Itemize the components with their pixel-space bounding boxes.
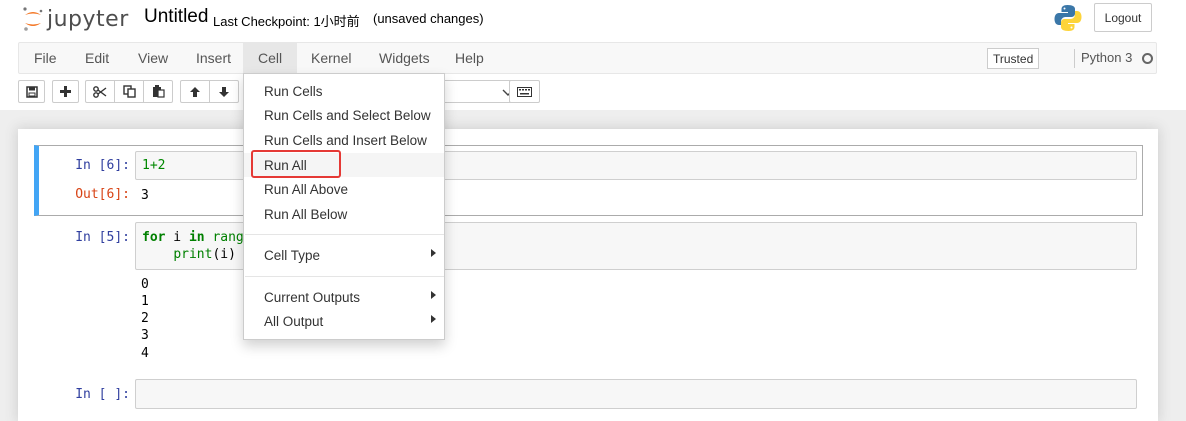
menu-item-run-all-above[interactable]: Run All Above	[244, 177, 444, 201]
kernel-name[interactable]: Python 3	[1081, 50, 1132, 65]
menu-kernel[interactable]: Kernel	[296, 43, 366, 73]
checkpoint-status: Last Checkpoint: 1小时前	[213, 14, 360, 29]
menu-widgets[interactable]: Widgets	[364, 43, 445, 73]
cell-output-line: 1	[141, 294, 149, 309]
keyword: in	[188, 230, 205, 245]
menu-item-run-cells[interactable]: Run Cells	[244, 79, 444, 103]
command-palette-button[interactable]	[509, 80, 540, 103]
arrow-down-icon	[219, 86, 229, 97]
menu-item-run-cells-select-below[interactable]: Run Cells and Select Below	[244, 103, 444, 127]
kernel-idle-icon	[1142, 53, 1153, 64]
trusted-indicator[interactable]: Trusted	[987, 48, 1040, 69]
menu-edit[interactable]: Edit	[70, 43, 124, 73]
keyboard-icon	[517, 86, 532, 97]
caret-right-icon	[431, 291, 436, 299]
cell-menu-dropdown: Run Cells Run Cells and Select Below Run…	[243, 73, 445, 340]
logo-text: jupyter	[47, 6, 129, 32]
menubar: File Edit View Insert Cell Kernel Widget…	[18, 42, 1157, 74]
code-text: 1+2	[142, 158, 166, 173]
menu-item-cell-type[interactable]: Cell Type	[244, 243, 444, 267]
cell-output-line: 4	[141, 346, 149, 361]
menu-cell[interactable]: Cell	[243, 43, 298, 73]
menu-item-run-all-below[interactable]: Run All Below	[244, 202, 444, 226]
cell-output-line: 2	[141, 311, 149, 326]
caret-right-icon	[431, 249, 436, 257]
cut-button[interactable]	[85, 80, 115, 103]
autosave-status: (unsaved changes)	[373, 11, 484, 26]
menu-view[interactable]: View	[123, 43, 183, 73]
cell-output-line: 3	[141, 328, 149, 343]
code-line: for i in range	[142, 230, 252, 245]
menu-file[interactable]: File	[19, 43, 72, 73]
code-line: print(i)	[142, 247, 236, 262]
paste-icon	[152, 85, 165, 98]
insert-cell-button[interactable]	[52, 80, 79, 103]
in-prompt: In [ ]:	[75, 387, 130, 402]
python-logo-icon	[1054, 5, 1082, 31]
arrow-up-icon	[190, 86, 200, 97]
menu-insert[interactable]: Insert	[181, 43, 246, 73]
out-prompt: Out[6]:	[75, 187, 130, 202]
move-up-button[interactable]	[180, 80, 210, 103]
copy-icon	[122, 85, 136, 98]
code-variable: i	[165, 230, 189, 245]
menu-item-all-output[interactable]: All Output	[244, 309, 444, 333]
save-button[interactable]	[18, 80, 45, 103]
menu-divider	[245, 276, 444, 277]
in-prompt: In [5]:	[75, 230, 130, 245]
menu-item-label: Cell Type	[264, 247, 321, 263]
menu-item-label: All Output	[264, 313, 324, 329]
menu-help[interactable]: Help	[440, 43, 499, 73]
header: jupyter Untitled Last Checkpoint: 1小时前 (…	[0, 0, 1186, 40]
menu-item-label: Current Outputs	[264, 289, 361, 305]
menu-item-current-outputs[interactable]: Current Outputs	[244, 285, 444, 309]
code-args: (i)	[212, 247, 236, 262]
builtin: print	[173, 247, 213, 262]
copy-button[interactable]	[114, 80, 144, 103]
jupyter-logo-icon	[23, 7, 43, 31]
plus-icon	[60, 86, 71, 97]
caret-right-icon	[431, 315, 436, 323]
in-prompt: In [6]:	[75, 158, 130, 173]
logout-button[interactable]: Logout	[1094, 3, 1152, 32]
notebook-title[interactable]: Untitled	[144, 6, 208, 28]
save-icon	[25, 85, 38, 98]
cell-output-line: 0	[141, 277, 149, 292]
keyword: for	[142, 230, 166, 245]
code-line: 1+2	[142, 158, 165, 173]
annotation-highlight-box	[251, 150, 341, 178]
menu-divider	[245, 234, 444, 235]
jupyter-logo[interactable]: jupyter	[22, 4, 129, 34]
kernel-separator	[1074, 49, 1075, 68]
menu-item-run-cells-insert-below[interactable]: Run Cells and Insert Below	[244, 128, 444, 152]
paste-button[interactable]	[143, 80, 173, 103]
cell-output: 3	[141, 188, 149, 203]
code-input[interactable]	[135, 379, 1137, 409]
move-down-button[interactable]	[209, 80, 239, 103]
cut-icon	[93, 85, 107, 98]
